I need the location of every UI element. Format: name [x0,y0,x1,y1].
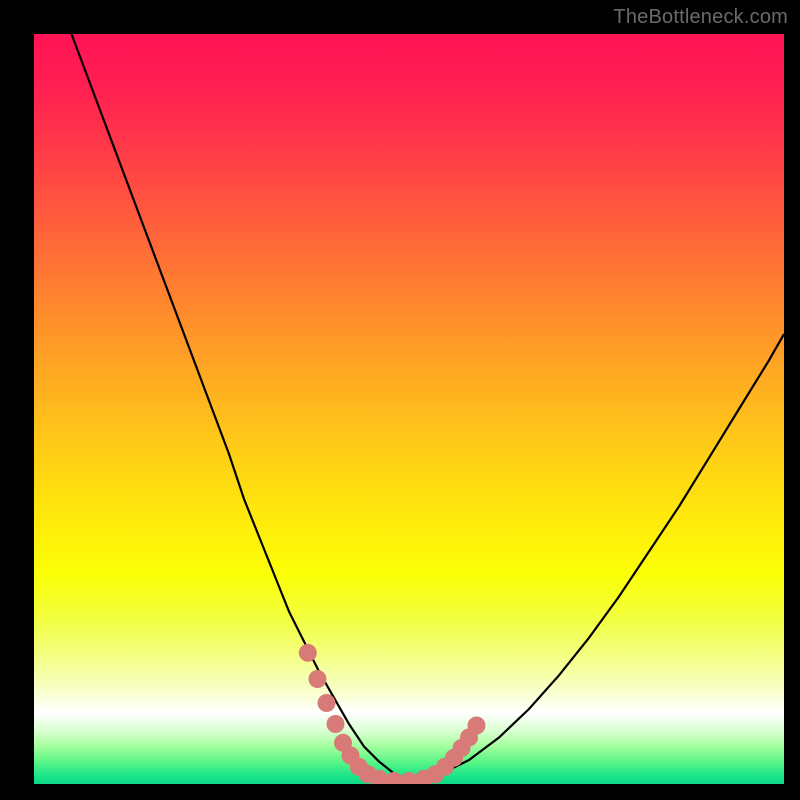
watermark-text: TheBottleneck.com [613,6,788,29]
outer-black-frame: TheBottleneck.com [0,0,800,800]
highlight-point [309,670,327,688]
highlight-point [468,717,486,735]
chart-svg [34,34,784,784]
highlight-markers [299,644,486,784]
bottleneck-curve [72,34,785,780]
highlight-point [299,644,317,662]
highlight-point [318,694,336,712]
highlight-point [327,715,345,733]
plot-area [34,34,784,784]
